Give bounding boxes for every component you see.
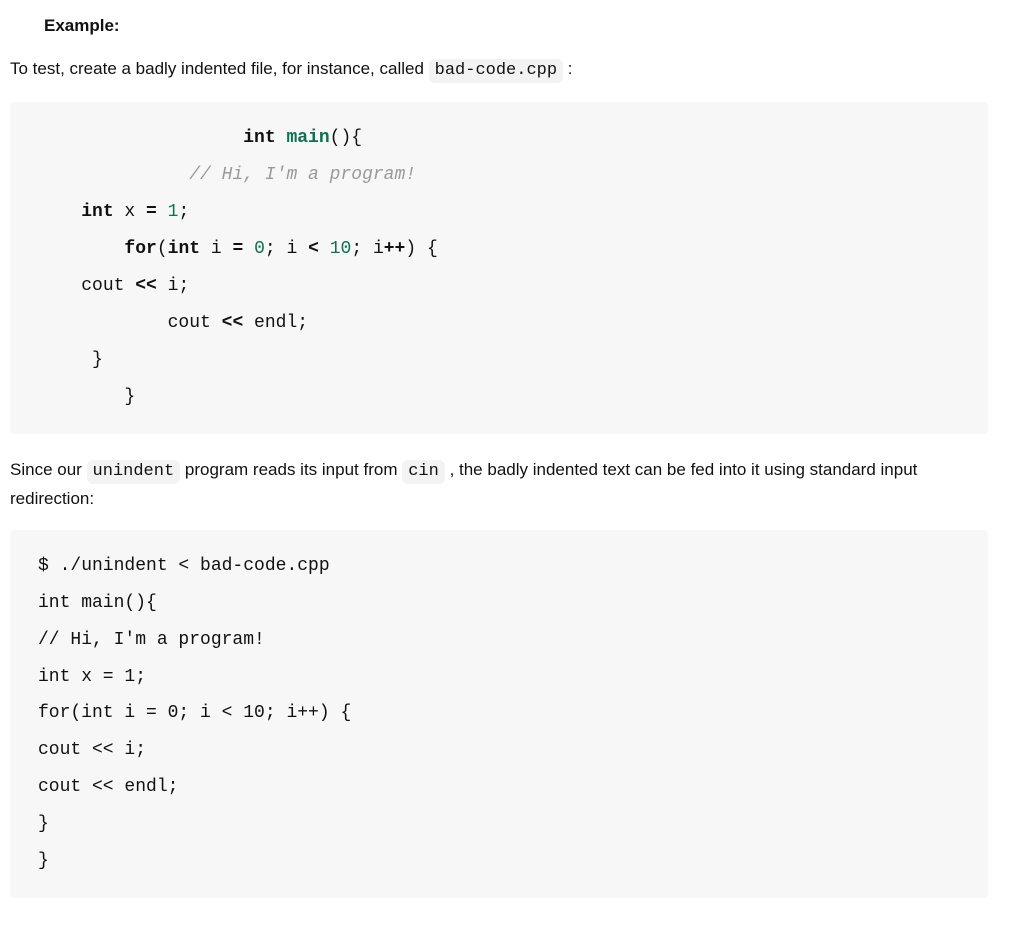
code-line: } [38, 379, 960, 416]
explain-paragraph: Since our unindent program reads its inp… [10, 456, 988, 512]
code-line: int x = 1; [38, 194, 960, 231]
bad-code-listing: int main(){ // Hi, I'm a program! int x … [10, 102, 988, 433]
code-line: cout << i; [38, 268, 960, 305]
code-line: for(int i = 0; i < 10; i++) { [38, 231, 960, 268]
document-page: Example: To test, create a badly indente… [0, 0, 1024, 950]
code-line: cout << endl; [38, 305, 960, 342]
unindent-code: unindent [87, 460, 181, 484]
example-heading: Example: [44, 12, 988, 39]
cin-code: cin [402, 460, 445, 484]
code-line: int main(){ [38, 120, 960, 157]
intro-text-before: To test, create a badly indented file, f… [10, 59, 429, 78]
output-listing: $ ./unindent < bad-code.cpp int main(){ … [10, 530, 988, 898]
filename-code: bad-code.cpp [429, 59, 563, 83]
intro-text-after: : [568, 59, 573, 78]
code-line: } [38, 342, 960, 379]
explain-text-1: Since our [10, 460, 87, 479]
code-line: // Hi, I'm a program! [38, 157, 960, 194]
intro-paragraph: To test, create a badly indented file, f… [10, 55, 988, 84]
explain-text-2: program reads its input from [185, 460, 402, 479]
